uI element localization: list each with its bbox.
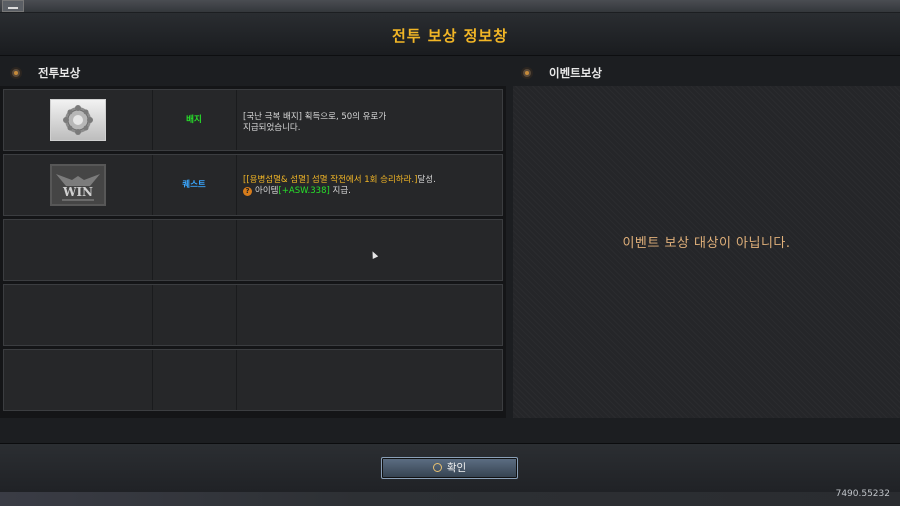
reward-row-quest: WIN 퀘스트 [[용병섬멸& 섬멸] 섬멸 작전에서 1회 승리하라.]달성.… [3, 154, 503, 216]
item-prefix: 아이템 [255, 186, 279, 196]
help-icon[interactable]: ? [243, 187, 252, 196]
confirm-button[interactable]: 확인 [381, 457, 518, 479]
quest-text: [[용병섬멸& 섬멸] 섬멸 작전에서 1회 승리하라.] [243, 175, 418, 185]
item-name: [+ASW.338] [278, 186, 330, 196]
cell-divider [152, 350, 153, 410]
win-emblem-icon: WIN [50, 164, 106, 206]
cell-divider [152, 220, 153, 280]
reward-row-empty [3, 219, 503, 281]
battle-rewards-title: 전투보상 [38, 66, 81, 80]
quest-line: [[용병섬멸& 섬멸] 섬멸 작전에서 1회 승리하라.]달성. [243, 175, 498, 186]
event-rewards-title: 이벤트보상 [549, 66, 602, 80]
top-strip [0, 0, 900, 12]
cell-divider [236, 220, 237, 280]
confirm-label: 확인 [446, 462, 467, 474]
event-message: 이벤트 보상 대상이 아닙니다. [622, 236, 791, 251]
window-title: 전투 보상 정보창 [0, 13, 900, 56]
reward-description: [[용병섬멸& 섬멸] 섬멸 작전에서 1회 승리하라.]달성. ? 아이템[+A… [243, 175, 498, 197]
coordinates-readout: 7490.55232 [835, 489, 890, 499]
cell-divider [152, 285, 153, 345]
item-line: ? 아이템[+ASW.338] 지급. [243, 186, 498, 197]
footer-strip [0, 492, 900, 506]
reward-row-empty [3, 284, 503, 346]
svg-text:WIN: WIN [62, 185, 93, 199]
bullet-icon [10, 67, 22, 79]
reward-type-badge: 배지 [186, 115, 202, 125]
minimize-icon [8, 7, 18, 9]
badge-icon [50, 99, 106, 141]
cell-divider [236, 285, 237, 345]
quest-suffix: 달성. [417, 175, 436, 185]
reward-row-badge: 배지 [국난 극복 배지] 획득으로, 50의 유로가 지급되었습니다. [3, 89, 503, 151]
reward-row-empty [3, 349, 503, 411]
cell-divider [236, 350, 237, 410]
reward-description: [국난 극복 배지] 획득으로, 50의 유로가 지급되었습니다. [243, 112, 498, 134]
description-line: 지급되었습니다. [243, 123, 301, 133]
cell-divider [236, 90, 237, 150]
battle-rewards-panel: 배지 [국난 극복 배지] 획득으로, 50의 유로가 지급되었습니다. WIN… [0, 86, 506, 418]
item-suffix: 지급. [332, 186, 351, 196]
description-line: [국난 극복 배지] 획득으로, 50의 유로가 [243, 112, 387, 122]
circle-icon [432, 463, 442, 472]
reward-type-quest: 퀘스트 [182, 180, 206, 190]
cell-divider [236, 155, 237, 215]
event-rewards-panel: 이벤트 보상 대상이 아닙니다. [513, 86, 900, 418]
minimize-button[interactable] [2, 0, 24, 12]
bullet-icon [521, 67, 533, 79]
